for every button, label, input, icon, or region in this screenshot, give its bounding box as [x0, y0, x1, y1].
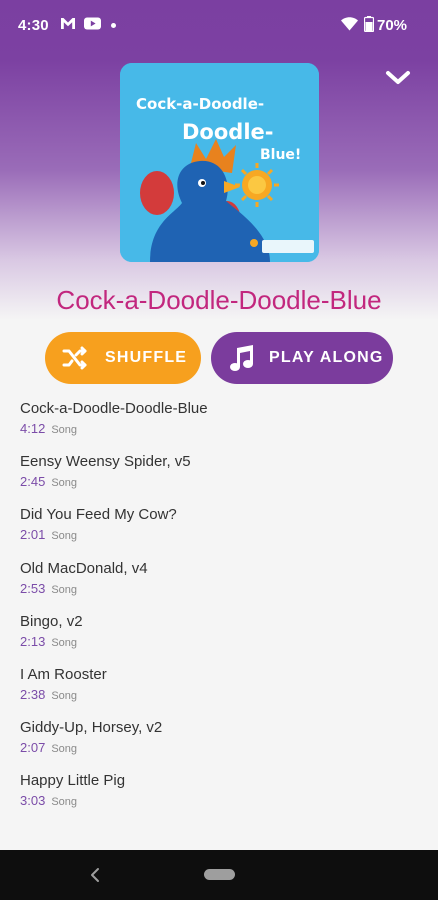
shuffle-icon [62, 346, 87, 370]
song-type: Song [51, 743, 78, 756]
song-duration: 2:53 [20, 580, 46, 596]
song-type: Song [51, 424, 78, 436]
album-art-line3: Blue! [260, 147, 301, 163]
song-item[interactable]: Cock-a-Doodle-Doodle-Blue 4:12 Song [0, 395, 438, 448]
song-duration: 2:01 [20, 527, 46, 543]
chevron-down-icon[interactable] [383, 63, 413, 93]
song-title: Eensy Weensy Spider, v5 [20, 453, 191, 471]
system-nav-bar [0, 850, 438, 900]
song-item[interactable]: Giddy-Up, Horsey, v2 2:07 Song [0, 714, 438, 767]
song-duration: 2:13 [20, 633, 46, 649]
song-type: Song [51, 636, 78, 649]
music-note-icon [230, 345, 253, 371]
album-art-line1: Cock-a-Doodle- [136, 95, 264, 113]
wifi-icon [341, 17, 358, 31]
song-list: Cock-a-Doodle-Doodle-Blue 4:12 Song Eensy… [0, 395, 438, 828]
song-duration: 2:38 [20, 686, 46, 702]
song-type: Song [51, 530, 78, 543]
song-item[interactable]: Bingo, v2 2:13 Song [0, 608, 438, 661]
notification-dot [111, 23, 116, 28]
song-meta: 2:01 Song [20, 527, 77, 542]
song-title: Old MacDonald, v4 [20, 559, 148, 577]
shuffle-label: SHUFFLE [105, 349, 188, 366]
song-title: I Am Rooster [20, 665, 107, 683]
song-item[interactable]: Did You Feed My Cow? 2:01 Song [0, 501, 438, 554]
album-art: Cock-a-Doodle- Doodle- Blue! [120, 63, 319, 262]
song-type: Song [51, 689, 78, 702]
back-icon[interactable] [88, 867, 102, 883]
gmail-icon [61, 18, 75, 29]
song-item[interactable]: I Am Rooster 2:38 Song [0, 661, 438, 714]
song-title: Happy Little Pig [20, 772, 126, 790]
youtube-icon [84, 17, 101, 30]
song-item[interactable]: Eensy Weensy Spider, v5 2:45 Song [0, 448, 438, 501]
song-meta: 2:53 Song [20, 581, 77, 596]
playlist-title: Cock-a-Doodle-Doodle-Blue [56, 285, 382, 315]
album-art-line2: Doodle- [182, 120, 273, 144]
status-time: 4:30 [18, 17, 49, 34]
song-type: Song [51, 583, 78, 596]
song-meta: 2:38 Song [20, 687, 77, 702]
song-meta: 4:12 Song [20, 421, 77, 436]
song-item[interactable]: Old MacDonald, v4 2:53 Song [0, 555, 438, 608]
song-duration: 3:03 [20, 793, 46, 809]
song-meta: 2:13 Song [20, 634, 77, 649]
song-type: Song [51, 477, 78, 490]
song-duration: 4:12 [20, 421, 46, 436]
song-duration: 2:07 [20, 740, 46, 756]
play-along-button[interactable]: PLAY ALONG [211, 332, 393, 384]
song-title: Cock-a-Doodle-Doodle-Blue [20, 400, 208, 417]
shuffle-button[interactable]: SHUFFLE [45, 332, 201, 384]
status-bar: 4:30 70% [0, 0, 438, 52]
song-meta: 2:45 Song [20, 474, 77, 489]
battery-icon [364, 16, 374, 32]
song-duration: 2:45 [20, 474, 46, 490]
song-type: Song [51, 796, 78, 809]
song-meta: 3:03 Song [20, 793, 77, 808]
song-title: Bingo, v2 [20, 612, 83, 630]
song-meta: 2:07 Song [20, 740, 77, 755]
song-title: Giddy-Up, Horsey, v2 [20, 719, 163, 737]
home-pill-icon[interactable] [204, 869, 235, 880]
song-title: Did You Feed My Cow? [20, 506, 177, 524]
play-along-label: PLAY ALONG [269, 349, 384, 366]
song-item[interactable]: Happy Little Pig 3:03 Song [0, 767, 438, 820]
battery-percent: 70% [377, 17, 408, 34]
